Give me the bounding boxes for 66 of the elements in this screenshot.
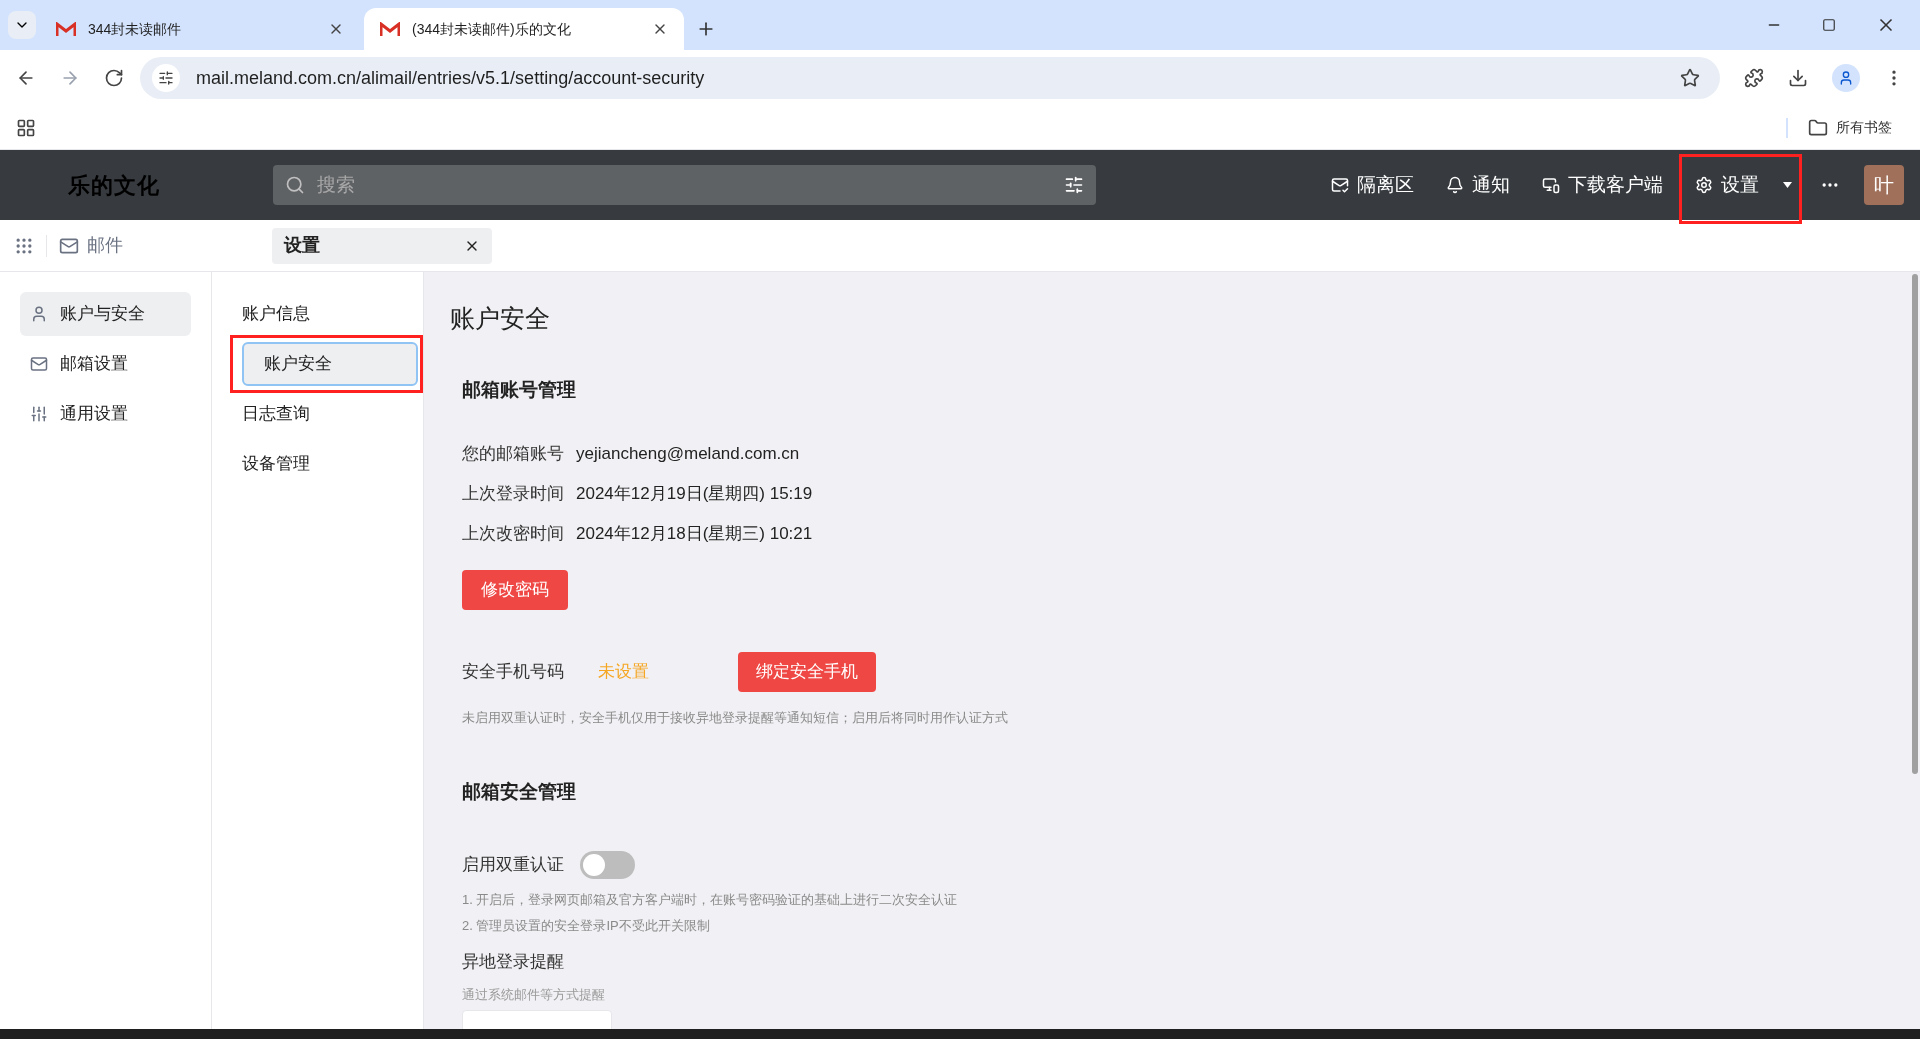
remote-login-hint: 通过系统邮件等方式提醒 — [462, 985, 606, 1004]
tab-title: 344封未读邮件 — [88, 19, 183, 39]
restore-icon[interactable] — [1822, 18, 1836, 32]
field-label: 您的邮箱账号 — [462, 442, 564, 465]
header-action[interactable]: 下载客户端 — [1526, 165, 1679, 205]
mail-settings-icon — [30, 355, 48, 373]
submenu-item[interactable]: 设备管理 — [222, 442, 413, 486]
change-password-button[interactable]: 修改密码 — [462, 570, 568, 610]
search-icon — [285, 175, 305, 195]
tab-title: (344封未读邮件)乐的文化 — [412, 19, 572, 39]
logo: 乐的文化 — [68, 171, 162, 200]
submenu-item[interactable]: 账户安全 — [242, 342, 418, 386]
two-factor-note: 2. 管理员设置的安全登录IP不受此开关限制 — [462, 916, 711, 935]
profile-avatar[interactable] — [1832, 64, 1860, 92]
settings-tab[interactable]: 设置 — [272, 227, 492, 264]
bookmark-star-icon[interactable] — [1680, 68, 1700, 88]
search-field[interactable]: 搜索 — [317, 170, 1052, 200]
field-label: 上次改密时间 — [462, 522, 564, 545]
field-label: 启用双重认证 — [462, 854, 564, 877]
search-bar[interactable]: 搜索 — [273, 165, 1096, 205]
two-factor-toggle[interactable] — [580, 851, 635, 879]
section-heading: 邮箱安全管理 — [462, 779, 577, 804]
field-label: 异地登录提醒 — [462, 951, 565, 973]
user-icon — [30, 305, 48, 323]
submenu-item[interactable]: 日志查询 — [222, 392, 413, 436]
download-icon[interactable] — [1788, 68, 1808, 88]
folder-icon — [1808, 117, 1828, 138]
bind-phone-button[interactable]: 绑定安全手机 — [738, 652, 876, 692]
phone-note: 未启用双重认证时，安全手机仅用于接收异地登录提醒等通知短信；启用后将同时用作认证方式 — [462, 709, 1009, 727]
header-action[interactable]: 设置 — [1679, 165, 1775, 205]
two-factor-note: 1. 开启后，登录网页邮箱及官方客户端时，在账号密码验证的基础上进行二次安全认证 — [462, 891, 959, 909]
sidebar-item[interactable]: 邮箱设置 — [20, 342, 191, 386]
extensions-icon[interactable] — [1744, 68, 1764, 88]
browser-tab[interactable]: 344封未读邮件 — [40, 8, 360, 50]
field-value: 2024年12月18日(星期三) 10:21 — [576, 522, 813, 545]
bookmarks-label[interactable]: 所有书签 — [1836, 117, 1892, 138]
tab-list-button[interactable] — [8, 11, 36, 39]
site-info-icon[interactable] — [158, 70, 174, 86]
browser-tab[interactable]: (344封未读邮件)乐的文化 — [364, 8, 684, 50]
sidebar-item[interactable]: 账户与安全 — [20, 292, 191, 336]
section-heading: 邮箱账号管理 — [462, 377, 577, 402]
submenu-item[interactable]: 账户信息 — [222, 292, 413, 336]
mail-logo-icon — [380, 21, 400, 37]
phone-status: 未设置 — [598, 661, 650, 684]
field-label: 安全手机号码 — [462, 661, 565, 684]
mail-logo-icon — [56, 21, 76, 37]
field-value: 2024年12月19日(星期四) 15:19 — [576, 482, 813, 505]
address-bar[interactable]: mail.meland.com.cn/alimail/entries/v5.1/setting/account-security — [140, 57, 1720, 99]
user-avatar[interactable]: 叶 — [1864, 165, 1904, 205]
sidebar-item[interactable]: 通用设置 — [20, 392, 191, 436]
filter-icon[interactable] — [1064, 175, 1084, 195]
url-text: mail.meland.com.cn/alimail/entries/v5.1/setting/account-security — [196, 66, 706, 90]
header-action[interactable]: 通知 — [1430, 165, 1526, 205]
dropdown-caret-icon[interactable] — [1783, 182, 1792, 188]
header-action[interactable]: 隔离区 — [1315, 165, 1430, 205]
sliders-icon — [30, 405, 48, 423]
devices-icon — [1542, 176, 1560, 194]
field-value: yejiancheng@meland.com.cn — [576, 442, 800, 465]
apps-icon[interactable] — [16, 117, 36, 138]
page-title: 账户安全 — [450, 303, 551, 334]
app-label[interactable]: 邮件 — [87, 232, 123, 259]
bell-icon — [1446, 176, 1464, 194]
scrollbar-thumb[interactable] — [1912, 274, 1918, 774]
field-label: 上次登录时间 — [462, 482, 564, 505]
reload-icon[interactable] — [104, 68, 124, 88]
settings-icon — [1695, 176, 1713, 194]
